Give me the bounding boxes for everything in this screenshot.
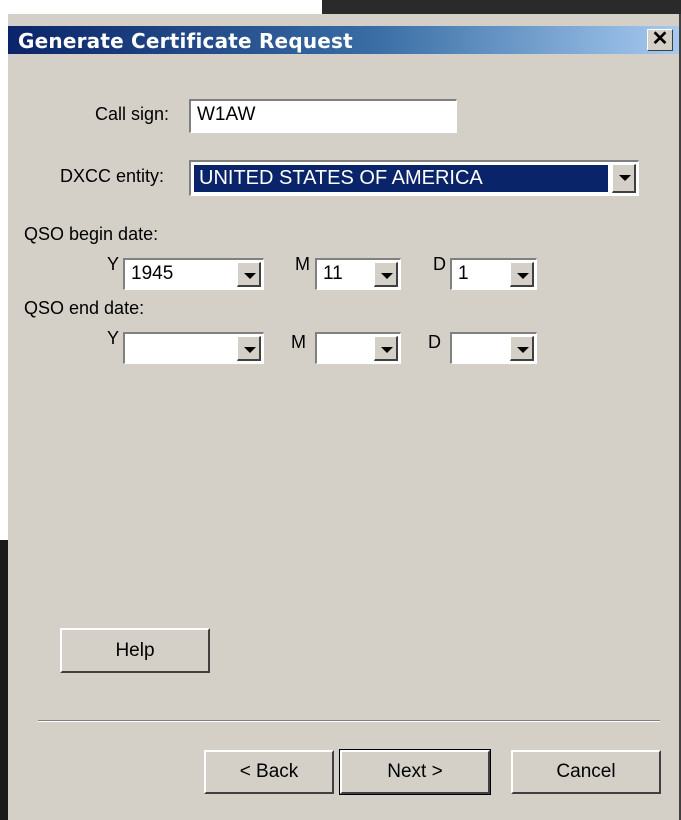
chevron-down-icon[interactable] bbox=[374, 336, 398, 361]
qso-begin-month-select[interactable]: 11 bbox=[315, 258, 401, 290]
next-button[interactable]: Next > bbox=[339, 749, 491, 795]
qso-begin-year-select[interactable]: 1945 bbox=[123, 258, 264, 290]
dxcc-entity-value: UNITED STATES OF AMERICA bbox=[199, 167, 483, 189]
dxcc-selection-highlight: UNITED STATES OF AMERICA bbox=[194, 165, 608, 192]
call-sign-label: Call sign: bbox=[95, 104, 170, 124]
background-area-left bbox=[0, 14, 8, 540]
chevron-down-icon[interactable] bbox=[612, 164, 636, 193]
qso-end-month-select[interactable] bbox=[315, 332, 401, 364]
dxcc-entity-label: DXCC entity: bbox=[60, 166, 165, 186]
button-separator bbox=[38, 720, 660, 722]
dialog-window: Generate Certificate Request ✕ Call sign… bbox=[8, 14, 681, 820]
qso-begin-year-value: 1945 bbox=[131, 263, 174, 284]
back-button[interactable]: < Back bbox=[204, 750, 334, 794]
dxcc-entity-select[interactable]: UNITED STATES OF AMERICA bbox=[189, 160, 639, 196]
qso-end-day-select[interactable] bbox=[450, 332, 537, 364]
qso-end-month-label: M bbox=[291, 332, 306, 352]
call-sign-value: W1AW bbox=[197, 104, 256, 125]
close-icon: ✕ bbox=[651, 28, 669, 50]
cancel-button[interactable]: Cancel bbox=[511, 750, 661, 794]
call-sign-input[interactable]: W1AW bbox=[189, 99, 457, 133]
close-button[interactable]: ✕ bbox=[647, 29, 673, 51]
qso-end-day-label: D bbox=[428, 332, 441, 352]
qso-begin-day-select[interactable]: 1 bbox=[450, 258, 537, 290]
qso-begin-year-label: Y bbox=[107, 254, 120, 274]
background-window-edge bbox=[322, 0, 681, 14]
qso-end-date-label: QSO end date: bbox=[24, 298, 145, 318]
qso-begin-month-label: M bbox=[295, 254, 310, 274]
qso-end-year-label: Y bbox=[107, 328, 120, 348]
qso-begin-day-value: 1 bbox=[458, 263, 469, 284]
chevron-down-icon[interactable] bbox=[237, 336, 261, 361]
chevron-down-icon[interactable] bbox=[237, 262, 261, 287]
qso-end-year-select[interactable] bbox=[123, 332, 264, 364]
next-button-label: Next > bbox=[387, 761, 443, 782]
chevron-down-icon[interactable] bbox=[510, 336, 534, 361]
background-window-edge-left bbox=[0, 540, 8, 820]
help-button-label: Help bbox=[115, 639, 155, 661]
title-bar: Generate Certificate Request ✕ bbox=[8, 26, 679, 54]
back-button-label: < Back bbox=[239, 761, 299, 782]
chevron-down-icon[interactable] bbox=[374, 262, 398, 287]
chevron-down-icon[interactable] bbox=[510, 262, 534, 287]
qso-begin-day-label: D bbox=[433, 254, 446, 274]
dialog-title: Generate Certificate Request bbox=[18, 29, 353, 53]
qso-begin-date-label: QSO begin date: bbox=[24, 224, 159, 244]
qso-begin-month-value: 11 bbox=[323, 263, 343, 284]
help-button[interactable]: Help bbox=[60, 628, 210, 673]
cancel-button-label: Cancel bbox=[556, 761, 616, 782]
